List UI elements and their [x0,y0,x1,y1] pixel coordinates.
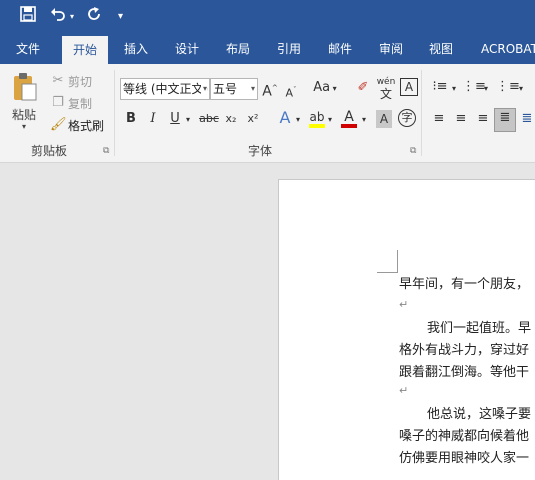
font-name-value: 等线 (中文正文) [123,82,209,96]
superscript-button[interactable]: x² [246,110,260,128]
ribbon-home: 粘贴 ▾ ✂ 剪切 ❐ 复制 🖌 格式刷 剪贴板 ⧉ 等线 (中文正文) ▾ 五… [0,64,535,163]
divider [114,70,115,156]
margin-corner-marker [377,250,398,273]
paragraph-mark: ↵ [399,384,409,397]
document-area: 早年间，有一个朋友， ↵ 我们一起值班。早 格外有战斗力，穿过好 跟着翻江倒海。… [0,163,535,480]
doc-line: 嗓子的神威都向候着他 [399,429,530,444]
justify-icon[interactable]: ≣ [494,108,516,132]
paragraph-mark: ↵ [399,298,409,311]
change-case-label: Aa [313,80,331,95]
copy-label: 复制 [68,97,93,111]
change-case-button[interactable]: Aa ▾ [312,79,338,98]
paste-label: 粘贴 [12,108,37,122]
highlighter-icon: ab [309,110,325,124]
text-effects-icon[interactable]: A [276,109,294,127]
character-border-icon[interactable]: A [400,78,418,96]
align-right-icon[interactable]: ≡ [474,110,492,128]
grow-font-icon[interactable]: A^ [262,79,278,101]
bullets-dropdown-icon[interactable]: ▾ [450,80,458,98]
tab-references[interactable]: 引用 [277,34,301,64]
subscript-button[interactable]: x₂ [224,110,238,128]
font-color-dropdown-icon[interactable]: ▾ [360,111,368,129]
scissors-icon: ✂ [52,73,64,88]
clipboard-group-label: 剪贴板 [31,144,68,158]
undo-icon[interactable] [50,6,66,28]
highlight-swatch [309,124,325,128]
font-color-swatch [341,124,357,128]
font-size-combo[interactable]: 五号 ▾ [210,78,258,100]
clipboard-launcher-icon[interactable]: ⧉ [103,146,109,156]
font-launcher-icon[interactable]: ⧉ [410,146,416,156]
paintbrush-icon: 🖌 [50,117,67,132]
phonetic-label: wén [376,77,396,87]
highlight-dropdown-icon[interactable]: ▾ [326,111,334,129]
tab-view[interactable]: 视图 [429,34,453,64]
multilevel-list-dropdown-icon[interactable]: ▾ [517,80,525,98]
underline-dropdown-icon[interactable]: ▾ [184,111,192,129]
shrink-font-icon[interactable]: Aˇ [284,81,298,103]
align-center-icon[interactable]: ≡ [452,110,470,128]
ribbon-tabs: 文件 开始 插入 设计 布局 引用 邮件 审阅 视图 ACROBAT [0,34,535,64]
bold-button[interactable]: B [124,110,138,128]
tab-file[interactable]: 文件 [16,34,40,64]
redo-icon[interactable] [86,6,102,28]
doc-line: 跟着翻江倒海。等他干 [399,365,530,380]
text-effects-dropdown-icon[interactable]: ▾ [294,111,302,129]
underline-button[interactable]: U [168,110,182,128]
phonetic-guide-button[interactable]: wén 文 [376,76,396,102]
character-shading-icon[interactable]: A [376,110,392,128]
cut-label: 剪切 [68,75,93,89]
document-page[interactable]: 早年间，有一个朋友， ↵ 我们一起值班。早 格外有战斗力，穿过好 跟着翻江倒海。… [278,179,535,480]
paste-icon [14,73,37,101]
copy-button[interactable]: ❐ 复制 [50,94,110,112]
tab-layout[interactable]: 布局 [226,34,250,64]
bullets-icon[interactable]: ⁝≡ [430,78,450,96]
font-name-combo[interactable]: 等线 (中文正文) ▾ [120,78,210,100]
tab-design[interactable]: 设计 [175,34,199,64]
customize-qat-icon[interactable]: ▾ [118,6,123,28]
tab-insert[interactable]: 插入 [124,34,148,64]
save-icon[interactable] [20,6,36,28]
strikethrough-button[interactable]: abc [198,110,220,128]
chevron-down-icon: ▾ [250,84,255,93]
tab-acrobat[interactable]: ACROBAT [481,34,535,64]
doc-line: 仿佛要用眼神咬人家一 [399,451,530,466]
italic-button[interactable]: I [146,110,160,128]
distributed-icon[interactable]: ≣ [518,110,535,128]
tab-mailings[interactable]: 邮件 [328,34,352,64]
tab-home[interactable]: 开始 [62,36,109,64]
copy-icon: ❐ [52,95,64,110]
doc-line: 他总说，这嗓子要 [427,407,532,422]
doc-line: 我们一起值班。早 [427,321,532,336]
chevron-down-icon: ▾ [200,79,207,99]
tab-review[interactable]: 审阅 [379,34,403,64]
doc-line: 格外有战斗力，穿过好 [399,343,530,358]
font-group-label: 字体 [248,144,273,158]
format-painter-button[interactable]: 🖌 格式刷 [50,116,110,134]
font-size-value: 五号 [213,82,238,96]
divider [421,70,422,156]
numbering-dropdown-icon[interactable]: ▾ [482,80,490,98]
paste-button[interactable]: 粘贴 ▾ [8,70,42,131]
multilevel-list-icon[interactable]: ⋮≡ [496,78,520,96]
format-painter-label: 格式刷 [68,119,105,133]
font-color-button[interactable]: A [340,108,358,128]
numbering-icon[interactable]: ⋮≡ [462,78,486,96]
doc-line: 早年间，有一个朋友， [399,277,530,292]
paste-dropdown-icon: ▾ [22,122,27,131]
font-color-icon: A [344,109,354,125]
undo-dropdown-icon[interactable]: ▾ [70,6,74,28]
clear-formatting-icon[interactable]: ✐ [354,79,372,97]
enclose-characters-icon[interactable]: 字 [398,109,416,127]
highlight-color-button[interactable]: ab [308,108,326,128]
align-left-icon[interactable]: ≡ [430,110,448,128]
cut-button[interactable]: ✂ 剪切 [50,72,110,90]
quick-access-toolbar: ▾ ▾ [0,0,535,34]
